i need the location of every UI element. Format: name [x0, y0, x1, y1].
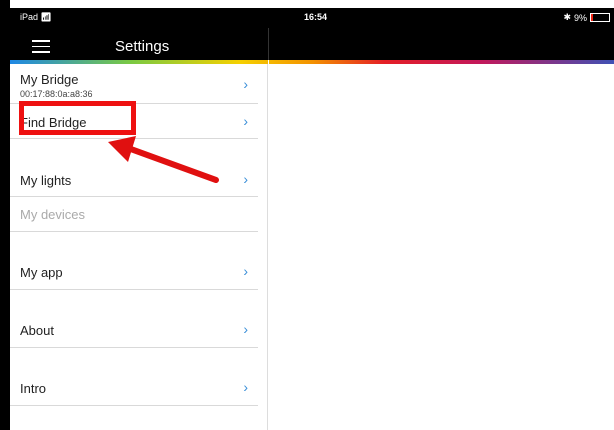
menu-item-label: Intro — [20, 381, 47, 396]
menu-item-my-devices: My devices — [10, 197, 258, 232]
chevron-right-icon: › — [243, 76, 248, 92]
menu-item-about[interactable]: About › — [10, 290, 258, 348]
device-bezel — [0, 0, 10, 430]
menu-item-label: My devices — [20, 207, 86, 222]
carrier-text: iPad — [20, 12, 39, 22]
status-right: ✱ 9% — [563, 12, 610, 23]
bluetooth-icon: ✱ — [563, 12, 571, 22]
menu-item-label: My Bridge — [20, 72, 79, 87]
split-divider — [268, 28, 269, 60]
menu-item-label: My app — [20, 265, 63, 280]
annotation-arrow-icon — [108, 136, 219, 183]
battery-icon — [590, 13, 610, 22]
menu-item-label: About — [20, 323, 54, 338]
chevron-right-icon: › — [243, 379, 248, 395]
battery-percent: 9% — [573, 12, 587, 23]
clock: 16:54 — [304, 12, 328, 22]
wifi-icon: 📶︎ — [40, 12, 52, 22]
page-title: Settings — [115, 38, 170, 55]
status-bar: iPad 📶︎ 16:54 ✱ 9% — [10, 8, 614, 28]
menu-item-my-bridge[interactable]: My Bridge 00:17:88:0a:a8:36 › — [10, 64, 258, 104]
chevron-right-icon: › — [243, 321, 248, 337]
menu-item-intro[interactable]: Intro › — [10, 348, 258, 406]
rainbow-split — [268, 60, 269, 64]
menu-icon[interactable] — [32, 40, 50, 53]
top-margin — [0, 0, 614, 8]
menu-item-my-app[interactable]: My app › — [10, 232, 258, 290]
carrier-label: iPad 📶︎ — [20, 12, 52, 23]
chevron-right-icon: › — [243, 113, 248, 129]
chevron-right-icon: › — [243, 171, 248, 187]
menu-item-label: My lights — [20, 173, 72, 188]
highlight-box — [19, 101, 136, 135]
chevron-right-icon: › — [243, 263, 248, 279]
bridge-id: 00:17:88:0a:a8:36 — [20, 89, 93, 99]
navigation-bar: Settings — [10, 28, 614, 60]
